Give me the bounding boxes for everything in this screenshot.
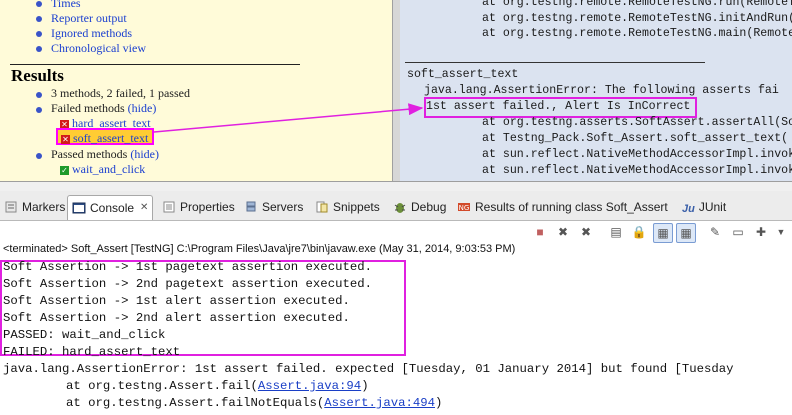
source-link[interactable]: Assert.java:494 bbox=[324, 396, 435, 410]
failed-method-soft-assert-text[interactable]: ✕ soft_assert_text bbox=[61, 131, 148, 146]
open-console-icon[interactable]: ✚ bbox=[752, 223, 770, 241]
results-heading: Results bbox=[11, 66, 64, 85]
pass-icon: ✓ bbox=[60, 165, 69, 175]
tab-label: Properties bbox=[180, 200, 235, 214]
tab-label: Markers bbox=[22, 200, 66, 214]
tab-label: JUnit bbox=[698, 200, 727, 214]
nav-link-reporter-output[interactable]: Reporter output bbox=[51, 11, 127, 26]
stack-trace-line: at org.testng.Assert.fail(Assert.java:94… bbox=[66, 379, 369, 393]
section-divider bbox=[405, 62, 705, 63]
stack-suffix: ) bbox=[361, 379, 369, 393]
stack-line: at org.testng.remote.RemoteTestNG.initAn… bbox=[482, 12, 792, 25]
console-line: FAILED: hard_assert_text bbox=[3, 345, 181, 359]
stack-trace-line: at org.testng.Assert.failNotEquals(Asser… bbox=[66, 396, 442, 410]
failed-methods-label: Failed methods bbox=[51, 101, 125, 115]
stack-line: at sun.reflect.NativeMethodAccessorImpl.… bbox=[482, 164, 792, 177]
console-line: Soft Assertion -> 1st alert assertion ex… bbox=[3, 294, 350, 308]
stack-line: at sun.reflect.NativeMethodAccessorImpl.… bbox=[482, 148, 792, 161]
tab-properties[interactable]: Properties bbox=[162, 197, 235, 217]
console-process-label: <terminated> Soft_Assert [TestNG] C:\Pro… bbox=[3, 243, 516, 255]
nav-link-chronological-view[interactable]: Chronological view bbox=[51, 41, 146, 56]
stack-prefix: at org.testng.Assert.failNotEquals( bbox=[66, 396, 325, 410]
console-output[interactable]: Soft Assertion -> 1st pagetext assertion… bbox=[0, 259, 792, 415]
nav-link-ignored-methods[interactable]: Ignored methods bbox=[51, 26, 132, 41]
debug-icon bbox=[393, 200, 407, 214]
pin-console-icon[interactable]: ✎ bbox=[706, 223, 724, 241]
fail-icon: ✕ bbox=[61, 134, 70, 144]
passed-hide-link[interactable]: (hide) bbox=[130, 147, 159, 161]
junit-icon: Ju bbox=[682, 203, 695, 215]
properties-icon bbox=[162, 200, 176, 214]
assertion-error-line: java.lang.AssertionError: The following … bbox=[424, 84, 779, 97]
tab-markers[interactable]: Markers bbox=[4, 197, 65, 217]
tab-console[interactable]: Console ✕ bbox=[67, 195, 154, 220]
method-label: wait_and_click bbox=[72, 162, 146, 176]
results-summary: 3 methods, 2 failed, 1 passed bbox=[51, 86, 190, 100]
bullet-icon bbox=[36, 31, 42, 37]
display-console-icon[interactable]: ▭ bbox=[729, 223, 747, 241]
tab-snippets[interactable]: Snippets bbox=[315, 197, 380, 217]
testng-results-icon: NG bbox=[457, 200, 471, 214]
failed-methods-header: Failed methods (hide) bbox=[51, 101, 156, 116]
testng-report-nav-pane: Times Reporter output Ignored methods Ch… bbox=[0, 0, 392, 181]
console-line: PASSED: wait_and_click bbox=[3, 328, 166, 342]
passed-methods-label: Passed methods bbox=[51, 147, 128, 161]
svg-text:NG: NG bbox=[459, 204, 470, 212]
tab-junit[interactable]: Ju JUnit bbox=[682, 197, 726, 217]
chevron-down-icon[interactable]: ▼ bbox=[772, 223, 790, 241]
console-line: Soft Assertion -> 2nd alert assertion ex… bbox=[3, 311, 350, 325]
console-error-line: java.lang.AssertionError: 1st assert fai… bbox=[3, 362, 734, 376]
section-divider bbox=[10, 64, 300, 65]
tab-label: Debug bbox=[411, 200, 447, 214]
bullet-icon bbox=[36, 1, 42, 7]
nav-link-times[interactable]: Times bbox=[51, 0, 81, 11]
bullet-icon bbox=[36, 107, 42, 113]
snippets-icon bbox=[315, 200, 329, 214]
stack-line: at org.testng.remote.RemoteTestNG.run(Re… bbox=[482, 0, 792, 9]
tab-label: Results of running class Soft_Assert bbox=[475, 200, 668, 214]
show-on-stdout-icon[interactable]: ▦ bbox=[653, 223, 673, 243]
tab-servers[interactable]: Servers bbox=[244, 197, 303, 217]
bullet-icon bbox=[36, 153, 42, 159]
scroll-lock-icon[interactable]: 🔒 bbox=[630, 223, 648, 241]
bullet-icon bbox=[36, 92, 42, 98]
source-link[interactable]: Assert.java:94 bbox=[258, 379, 361, 393]
tab-testng-results[interactable]: NG Results of running class Soft_Assert bbox=[457, 197, 668, 217]
failed-hide-link[interactable]: (hide) bbox=[128, 101, 157, 115]
show-on-stderr-icon[interactable]: ▦ bbox=[676, 223, 696, 243]
console-toolbar: ■ ✖ ✖ ▤ 🔒 ▦ ▦ ✎ ▭ ✚ ▼ <terminated> Soft_… bbox=[0, 221, 792, 258]
close-icon[interactable]: ✕ bbox=[140, 199, 148, 217]
tab-label: Snippets bbox=[333, 200, 380, 214]
tab-debug[interactable]: Debug bbox=[393, 197, 446, 217]
stack-line: at Testng_Pack.Soft_Assert.soft_assert_t… bbox=[482, 132, 789, 145]
markers-icon bbox=[4, 200, 18, 214]
stack-line: at org.testng.asserts.SoftAssert.assertA… bbox=[482, 116, 792, 129]
console-line: Soft Assertion -> 2nd pagetext assertion… bbox=[3, 277, 372, 291]
tab-label: Servers bbox=[262, 200, 304, 214]
terminate-icon[interactable]: ■ bbox=[531, 223, 549, 241]
stack-line: at org.testng.remote.RemoteTestNG.main(R… bbox=[482, 27, 792, 40]
remove-launch-icon[interactable]: ✖ bbox=[554, 223, 572, 241]
stack-prefix: at org.testng.Assert.fail( bbox=[66, 379, 258, 393]
view-tab-bar: Markers Console ✕ Properties Servers Snip… bbox=[0, 191, 792, 221]
tab-label: Console bbox=[90, 201, 135, 215]
stack-suffix: ) bbox=[434, 396, 443, 410]
remove-all-icon[interactable]: ✖ bbox=[577, 223, 595, 241]
passed-method-wait-and-click[interactable]: ✓ wait_and_click bbox=[60, 162, 145, 177]
bullet-icon bbox=[36, 16, 42, 22]
highlighted-assert-message: 1st assert failed., Alert Is InCorrect bbox=[426, 100, 691, 113]
bullet-icon bbox=[36, 46, 42, 52]
clear-console-icon[interactable]: ▤ bbox=[607, 223, 625, 241]
passed-methods-header: Passed methods (hide) bbox=[51, 147, 159, 162]
method-name: soft_assert_text bbox=[407, 68, 519, 81]
servers-icon bbox=[244, 200, 258, 214]
console-icon bbox=[72, 201, 86, 215]
testng-report-detail-pane: at org.testng.remote.RemoteTestNG.run(Re… bbox=[400, 0, 792, 181]
method-label: soft_assert_text bbox=[73, 131, 149, 145]
console-line: Soft Assertion -> 1st pagetext assertion… bbox=[3, 260, 372, 274]
